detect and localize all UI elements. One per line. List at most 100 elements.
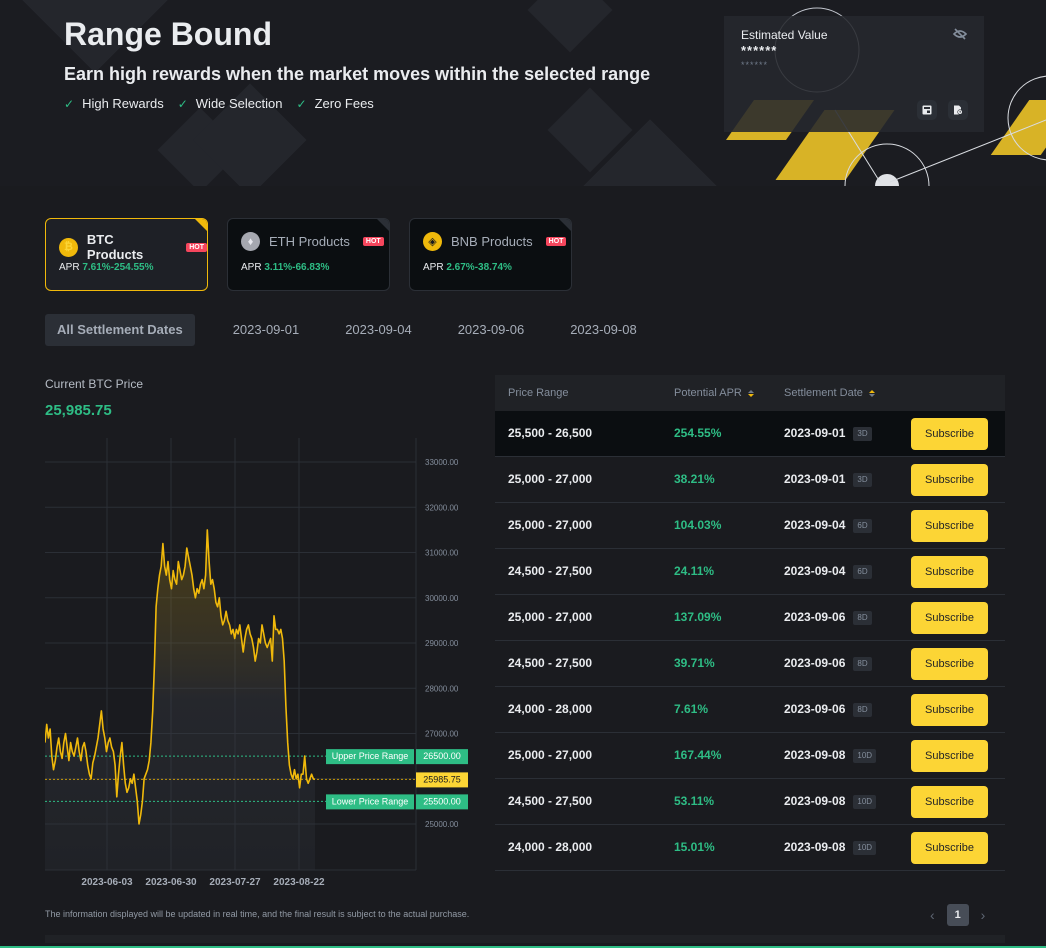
settlement-date: 2023-09-06 (784, 610, 846, 624)
duration-badge: 10D (853, 748, 877, 763)
pagination: ‹ 1 › (930, 904, 985, 926)
y-tick-label: 30000.00 (425, 594, 459, 603)
duration-badge: 8D (853, 656, 872, 671)
price-range-cell: 24,500 - 27,500 (508, 564, 593, 578)
settlement-date: 2023-09-01 (784, 426, 846, 440)
x-tick-label: 2023-07-27 (209, 877, 261, 888)
eth-coin-icon: ♦ (241, 232, 260, 251)
next-page-button[interactable]: › (981, 907, 986, 923)
page-number-button[interactable]: 1 (946, 904, 969, 926)
table-row: 25,500 - 26,500 254.55% 2023-09-01 3D Subscr… (495, 411, 1005, 457)
range-tag-value: 26500.00 (423, 751, 461, 761)
subscribe-button[interactable]: Subscribe (911, 602, 988, 634)
current-price-tag-value: 25985.75 (423, 774, 461, 784)
bottom-divider (45, 935, 1005, 943)
apr-label: APR (59, 262, 80, 273)
price-range-cell: 25,000 - 27,000 (508, 472, 593, 486)
tab-2023-09-04[interactable]: 2023-09-04 (333, 314, 424, 346)
col-header-label: Price Range (508, 387, 569, 399)
table-row: 25,000 - 27,000 104.03% 2023-09-04 6D Subscr… (495, 503, 1005, 549)
settlement-date-cell: 2023-09-08 10D (784, 779, 877, 824)
settlement-date: 2023-09-08 (784, 748, 846, 762)
settlement-date: 2023-09-01 (784, 472, 846, 486)
x-tick-label: 2023-06-30 (145, 877, 197, 888)
table-row: 25,000 - 27,000 167.44% 2023-09-08 10D Subsc… (495, 733, 1005, 779)
settlement-date-cell: 2023-09-06 8D (784, 595, 872, 640)
col-header-label: Potential APR (674, 387, 742, 399)
duration-badge: 10D (853, 840, 877, 855)
estimated-value-card: Estimated Value ****** ****** (724, 16, 984, 132)
settlement-date-cell: 2023-09-08 10D (784, 825, 877, 870)
subscribe-button[interactable]: Subscribe (911, 648, 988, 680)
y-tick-label: 25000.00 (425, 820, 459, 829)
tab-all-settlement-dates[interactable]: All Settlement Dates (45, 314, 195, 346)
settlement-date-cell: 2023-09-06 8D (784, 687, 872, 732)
product-card-eth[interactable]: ♦ ETH Products HOT APR 3.11%-66.83% (227, 218, 390, 291)
subscribe-button[interactable]: Subscribe (911, 418, 988, 450)
apr-range: 2.67%-38.74% (446, 262, 512, 273)
subscribe-button[interactable]: Subscribe (911, 740, 988, 772)
col-header-potential-apr[interactable]: Potential APR (674, 387, 754, 399)
apr-cell: 24.11% (674, 564, 715, 578)
hide-balance-icon[interactable] (952, 26, 968, 42)
tab-2023-09-08[interactable]: 2023-09-08 (558, 314, 649, 346)
feature-list: ✓ High Rewards ✓ Wide Selection ✓ Zero Fees (64, 96, 374, 111)
subscribe-button[interactable]: Subscribe (911, 556, 988, 588)
duration-badge: 3D (853, 426, 872, 441)
history-icon[interactable] (948, 100, 968, 120)
settlement-date-cell: 2023-09-04 6D (784, 503, 872, 548)
product-name: BNB Products (451, 234, 533, 249)
apr-cell: 39.71% (674, 656, 715, 670)
apr-cell: 254.55% (674, 426, 722, 440)
settlement-date-cell: 2023-09-04 6D (784, 549, 872, 594)
price-range-cell: 24,500 - 27,500 (508, 794, 593, 808)
apr-cell: 15.01% (674, 840, 715, 854)
table-row: 24,500 - 27,500 24.11% 2023-09-04 6D Subscri… (495, 549, 1005, 595)
product-name: BTC Products (86, 232, 144, 262)
settlement-date-tabs: All Settlement Dates 2023-09-01 2023-09-… (45, 314, 671, 346)
page-title: Range Bound (64, 16, 272, 52)
corner-mark (377, 219, 389, 231)
apr-label: APR (423, 262, 444, 273)
estimated-value-sub: ****** (741, 60, 769, 70)
apr-cell: 53.11% (674, 794, 715, 808)
subscribe-button[interactable]: Subscribe (911, 786, 988, 818)
orders-icon[interactable] (917, 100, 937, 120)
apr-cell: 137.09% (674, 610, 722, 624)
subscribe-button[interactable]: Subscribe (911, 694, 988, 726)
corner-mark (559, 219, 571, 231)
products-table: Price Range Potential APR Settlement Dat… (495, 375, 1005, 871)
hot-badge: HOT (362, 237, 384, 246)
page-subtitle: Earn high rewards when the market moves … (64, 64, 651, 84)
col-header-settlement-date[interactable]: Settlement Date (784, 387, 875, 399)
price-range-cell: 25,000 - 27,000 (508, 748, 593, 762)
current-price-value: 25,985.75 (45, 402, 112, 419)
product-card-btc[interactable]: ₿ BTC Products HOT APR 7.61%-254.55% (45, 218, 208, 291)
tab-2023-09-01[interactable]: 2023-09-01 (221, 314, 312, 346)
feature-item: ✓ Wide Selection (178, 96, 283, 111)
tab-2023-09-06[interactable]: 2023-09-06 (446, 314, 537, 346)
duration-badge: 8D (853, 610, 872, 625)
prev-page-button[interactable]: ‹ (930, 907, 935, 923)
product-cards: ₿ BTC Products HOT APR 7.61%-254.55% ♦ E… (45, 218, 572, 291)
subscribe-button[interactable]: Subscribe (911, 464, 988, 496)
duration-badge: 8D (853, 702, 872, 717)
range-tag-value: 25500.00 (423, 796, 461, 806)
feature-label: Zero Fees (314, 96, 374, 111)
y-tick-label: 28000.00 (425, 684, 459, 693)
estimated-value-label: Estimated Value (741, 28, 828, 42)
apr-cell: 167.44% (674, 748, 722, 762)
sort-icon[interactable] (868, 389, 875, 397)
range-bound-page: Range Bound Earn high rewards when the m… (0, 0, 1046, 948)
feature-label: Wide Selection (195, 96, 283, 111)
subscribe-button[interactable]: Subscribe (911, 510, 988, 542)
table-row: 25,000 - 27,000 38.21% 2023-09-01 3D Subscri… (495, 457, 1005, 503)
sort-icon[interactable] (747, 389, 754, 397)
y-tick-label: 31000.00 (425, 549, 459, 558)
product-card-bnb[interactable]: ◈ BNB Products HOT APR 2.67%-38.74% (409, 218, 572, 291)
subscribe-button[interactable]: Subscribe (911, 832, 988, 864)
price-range-cell: 25,000 - 27,000 (508, 518, 593, 532)
feature-label: High Rewards (82, 96, 164, 111)
settlement-date-cell: 2023-09-01 3D (784, 457, 872, 502)
feature-item: ✓ Zero Fees (297, 96, 374, 111)
